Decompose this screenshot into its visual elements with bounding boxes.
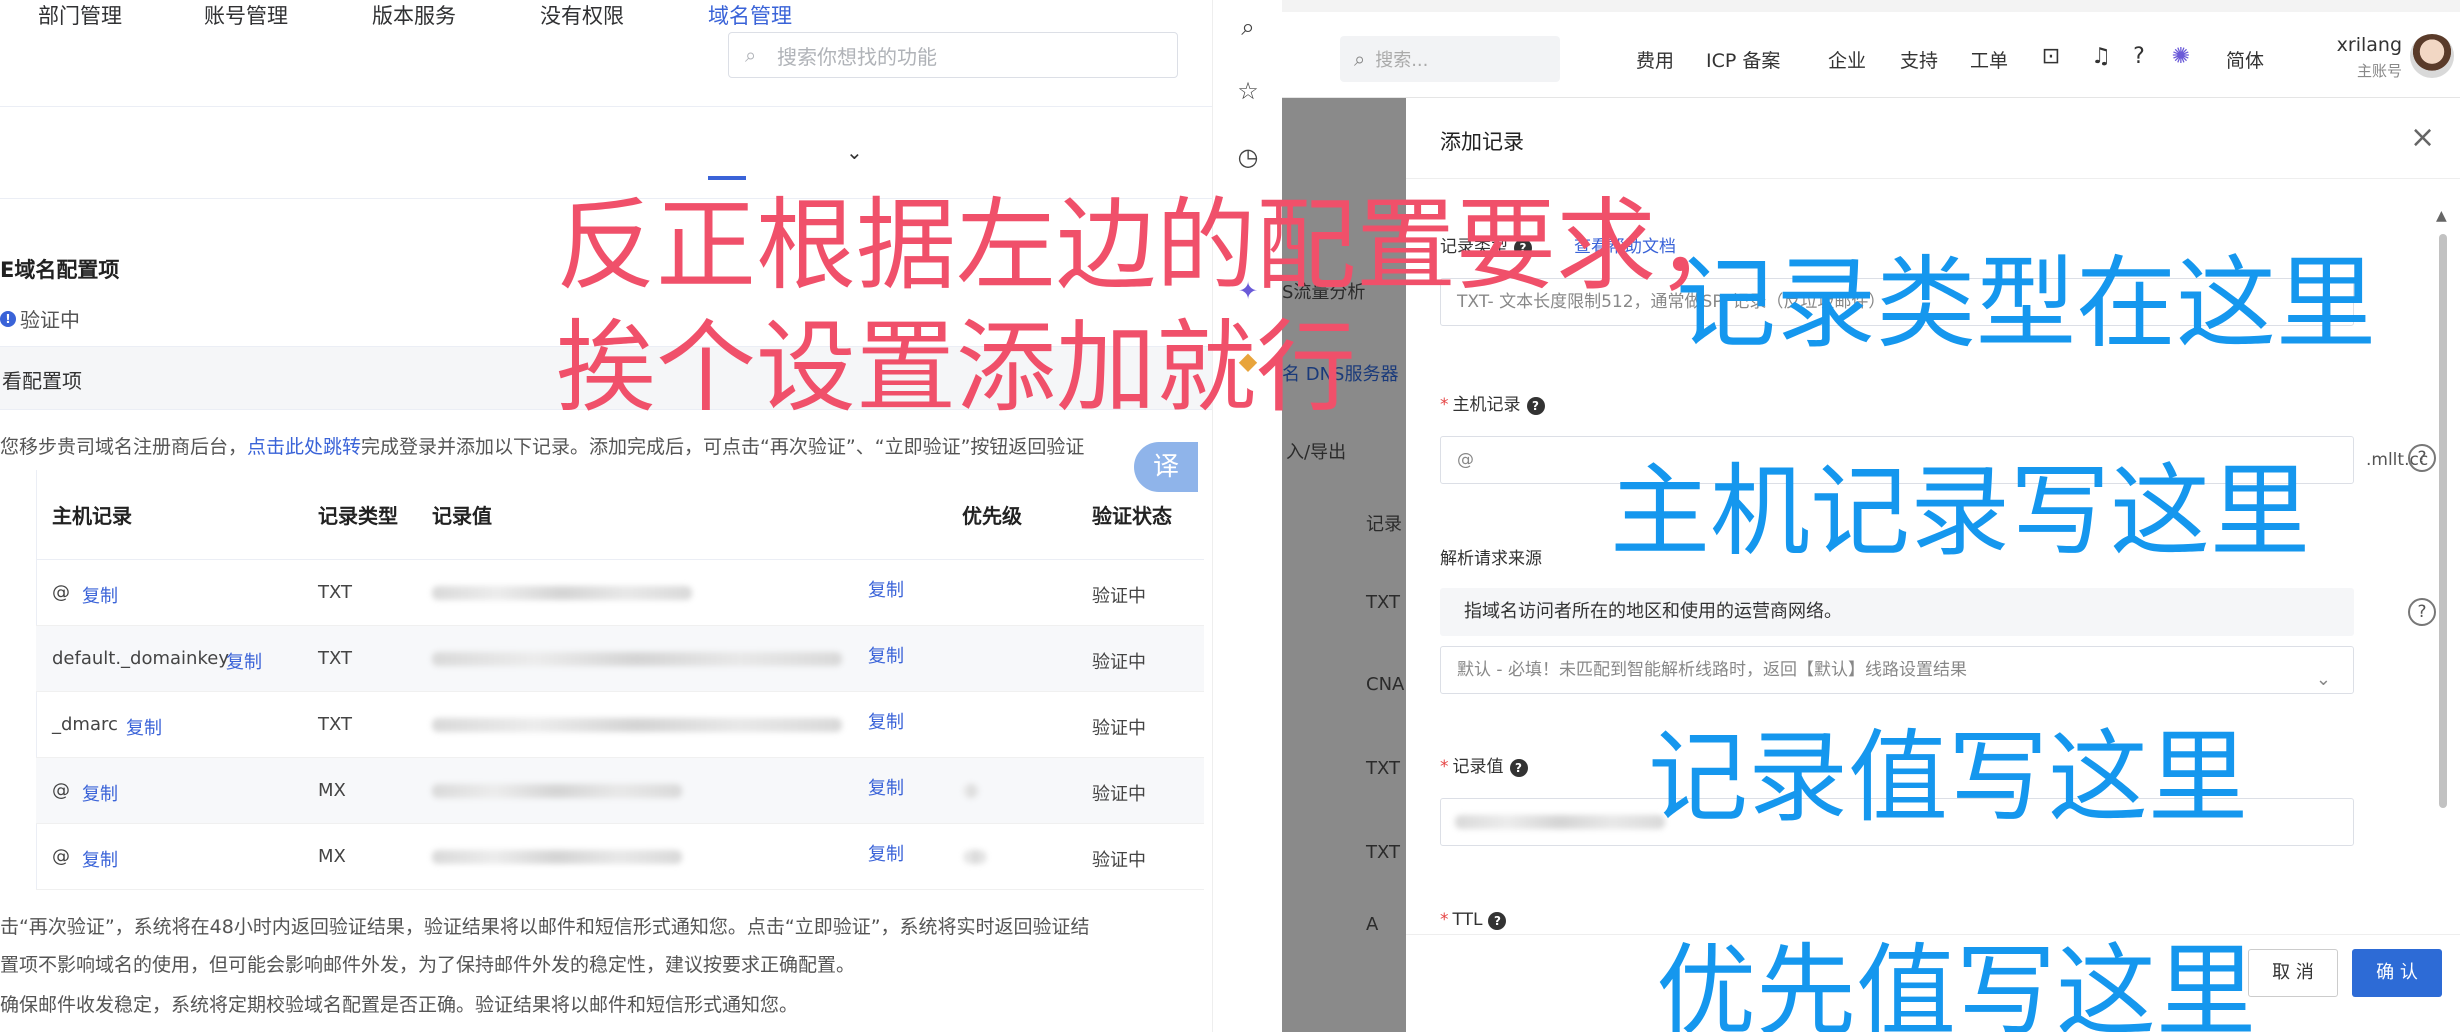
nav-fees[interactable]: 费用 xyxy=(1636,46,1674,73)
feature-search-input[interactable]: ⌕ 搜索你想找的功能 xyxy=(728,32,1178,78)
help-icon[interactable]: ? xyxy=(2124,42,2154,72)
tab-no-permission[interactable]: 没有权限 xyxy=(540,0,624,30)
table-header: 主机记录 记录类型 记录值 优先级 验证状态 xyxy=(36,470,1204,560)
copy-host-button[interactable]: 复制 xyxy=(82,582,118,608)
section-title: E域名配置项 xyxy=(0,258,120,282)
annotation-record-value: 记录值写这里 xyxy=(1648,719,2248,836)
dns-records-table: 主机记录 记录类型 记录值 优先级 验证状态 @ 复制 TXT 复制 验证中 d… xyxy=(36,470,1204,890)
search-icon: ⌕ xyxy=(1354,47,1366,71)
question-icon: ? xyxy=(1509,759,1528,777)
tab-domain[interactable]: 域名管理 xyxy=(708,0,792,30)
console-search-input[interactable]: ⌕ 搜索... xyxy=(1340,36,1560,82)
domain-management-panel: ⌕ 搜索你想找的功能 部门管理 账号管理 版本服务 没有权限 域名管理 ⌄ E域… xyxy=(0,0,1212,1032)
avatar[interactable] xyxy=(2410,34,2454,78)
footer-note-3: 确保邮件收发稳定，系统将定期校验域名配置是否正确。验证结果将以邮件和短信形式通知… xyxy=(0,994,799,1016)
record-value-label: * 记录值? xyxy=(1440,752,1528,777)
scroll-up-icon: ▲ xyxy=(2436,208,2447,224)
copy-host-button[interactable]: 复制 xyxy=(226,648,262,674)
nav-ticket[interactable]: 工单 xyxy=(1970,46,2008,73)
history-icon[interactable]: ◷ xyxy=(1233,142,1263,172)
copy-value-button[interactable]: 复制 xyxy=(868,576,904,602)
copy-value-button[interactable]: 复制 xyxy=(868,642,904,668)
language-switch[interactable]: 简体 xyxy=(2226,46,2264,73)
source-label: 解析请求来源 xyxy=(1440,549,1542,569)
copy-value-button[interactable]: 复制 xyxy=(868,774,904,800)
table-row: @ 复制 MX 复制 验证中 xyxy=(36,824,1204,890)
view-config-label: 看配置项 xyxy=(2,369,82,393)
record-value-blurred xyxy=(432,784,682,798)
annotation-priority: 优先值写这里 xyxy=(1656,933,2256,1032)
browser-side-toolbar: ⌕ ☆ ◷ ✦ ◆ xyxy=(1212,0,1282,1032)
priority-blurred xyxy=(964,784,978,798)
verify-status-text: 验证中 xyxy=(20,308,80,332)
chevron-down-icon: ⌄ xyxy=(2315,669,2331,690)
console-header: ⌕ 搜索... 费用 ICP 备案 企业 支持 工单 ⊡ ♫ ? ✺ 简体 xr… xyxy=(1282,0,2460,98)
table-row: @ 复制 TXT 复制 验证中 xyxy=(36,560,1204,626)
col-type: 记录类型 xyxy=(318,504,398,528)
copy-host-button[interactable]: 复制 xyxy=(126,714,162,740)
instruction-text: 您移步贵司域名注册商后台，点击此处跳转完成登录并添加以下记录。添加完成后，可点击… xyxy=(0,436,1085,458)
copy-host-button[interactable]: 复制 xyxy=(82,846,118,872)
table-row: default._domainkey 复制 TXT 复制 验证中 xyxy=(36,626,1204,692)
close-icon[interactable]: × xyxy=(2410,120,2435,155)
help-circle-icon[interactable]: ? xyxy=(2408,444,2436,472)
col-value: 记录值 xyxy=(432,504,492,528)
annotation-red-line1: 反正根据左边的配置要求， xyxy=(556,187,1756,304)
terminal-icon[interactable]: ⊡ xyxy=(2036,42,2066,72)
annotation-host-record: 主机记录写这里 xyxy=(1610,453,2310,570)
active-tab-indicator xyxy=(708,176,746,180)
priority-blurred xyxy=(964,850,986,864)
col-host: 主机记录 xyxy=(52,504,132,528)
copy-value-button[interactable]: 复制 xyxy=(868,708,904,734)
nav-icp[interactable]: ICP 备案 xyxy=(1706,46,1780,73)
help-circle-icon[interactable]: ? xyxy=(2408,598,2436,626)
source-hint: 指域名访问者所在的地区和使用的运营商网络。 xyxy=(1440,588,2354,636)
chevron-down-icon[interactable]: ⌄ xyxy=(846,140,863,164)
tab-account[interactable]: 账号管理 xyxy=(204,0,288,30)
question-icon: ? xyxy=(1488,912,1507,930)
footer-note-1: 击“再次验证”，系统将在48小时内返回验证结果，验证结果将以邮件和短信形式通知您… xyxy=(0,916,1090,938)
source-select[interactable]: 默认 - 必填！未匹配到智能解析线路时，返回【默认】线路设置结果 ⌄ xyxy=(1440,646,2354,694)
app-icon[interactable]: ✺ xyxy=(2166,42,2196,72)
nav-support[interactable]: 支持 xyxy=(1900,46,1938,73)
user-info[interactable]: xrilang 主账号 xyxy=(2322,34,2402,81)
record-value-blurred xyxy=(432,586,692,600)
footer-note-2: 置项不影响域名的使用，但可能会影响邮件外发，为了保持邮件外发的稳定性，建议按要求… xyxy=(0,954,856,976)
confirm-button[interactable]: 确 认 xyxy=(2352,949,2442,997)
user-name: xrilang xyxy=(2336,34,2402,56)
record-value-blurred xyxy=(1455,815,1665,829)
record-value-blurred xyxy=(432,850,682,864)
star-icon[interactable]: ☆ xyxy=(1233,76,1263,106)
cancel-button[interactable]: 取 消 xyxy=(2248,949,2338,997)
tab-department[interactable]: 部门管理 xyxy=(38,0,122,30)
dialog-title: 添加记录 xyxy=(1440,130,1524,154)
col-status: 验证状态 xyxy=(1092,504,1172,528)
copy-value-button[interactable]: 复制 xyxy=(868,840,904,866)
search-icon[interactable]: ⌕ xyxy=(1233,12,1263,42)
tab-version[interactable]: 版本服务 xyxy=(372,0,456,30)
ttl-label: * TTL? xyxy=(1440,910,1507,930)
status-badge: ! 验证中 xyxy=(0,304,80,333)
table-row: @ 复制 MX 复制 验证中 xyxy=(36,758,1204,824)
host-record-label: * 主机记录? xyxy=(1440,390,1545,415)
annotation-red-line2: 挨个设置添加就行 xyxy=(556,309,1356,426)
question-icon: ? xyxy=(1526,397,1545,415)
dialog-scrollbar[interactable]: ▲ ▼ xyxy=(2436,208,2450,1028)
copy-host-button[interactable]: 复制 xyxy=(82,780,118,806)
record-value-blurred xyxy=(432,718,842,732)
bell-icon[interactable]: ♫ xyxy=(2086,42,2116,72)
user-role: 主账号 xyxy=(2356,62,2402,80)
table-row: _dmarc 复制 TXT 复制 验证中 xyxy=(36,692,1204,758)
search-icon: ⌕ xyxy=(745,43,757,67)
col-priority: 优先级 xyxy=(962,504,1022,528)
nav-enterprise[interactable]: 企业 xyxy=(1828,46,1866,73)
search-placeholder: 搜索你想找的功能 xyxy=(777,44,937,69)
jump-link[interactable]: 点击此处跳转 xyxy=(247,436,361,458)
record-value-blurred xyxy=(432,652,842,666)
info-icon: ! xyxy=(0,310,16,327)
annotation-record-type: 记录类型在这里 xyxy=(1676,245,2376,362)
